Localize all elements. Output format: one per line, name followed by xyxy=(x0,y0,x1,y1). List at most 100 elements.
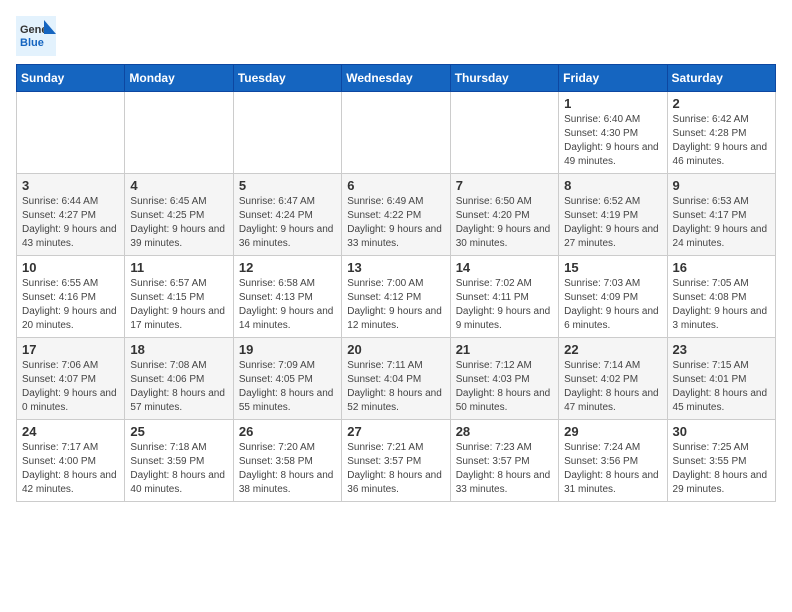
day-info: Sunrise: 7:23 AM Sunset: 3:57 PM Dayligh… xyxy=(456,441,553,497)
day-number: 28 xyxy=(456,424,553,439)
calendar-cell: 28 Sunrise: 7:23 AM Sunset: 3:57 PM Dayli… xyxy=(450,420,558,502)
day-number: 4 xyxy=(130,178,227,193)
week-row-3: 10 Sunrise: 6:55 AM Sunset: 4:16 PM Dayli… xyxy=(17,256,776,338)
day-number: 30 xyxy=(673,424,770,439)
day-info: Sunrise: 7:24 AM Sunset: 3:56 PM Dayligh… xyxy=(564,441,661,497)
calendar-cell xyxy=(125,92,233,174)
calendar-cell: 29Sunrise: 7:24 AM Sunset: 3:56 PM Dayli… xyxy=(559,420,667,502)
week-row-2: 3 Sunrise: 6:44 AM Sunset: 4:27 PM Daylig… xyxy=(17,174,776,256)
day-info: Sunrise: 6:55 AM Sunset: 4:16 PM Dayligh… xyxy=(22,277,119,333)
day-info: Sunrise: 7:03 AM Sunset: 4:09 PM Dayligh… xyxy=(564,277,661,333)
day-header-thursday: Thursday xyxy=(450,65,558,92)
day-info: Sunrise: 7:21 AM Sunset: 3:57 PM Dayligh… xyxy=(347,441,444,497)
day-info: Sunrise: 7:11 AM Sunset: 4:04 PM Dayligh… xyxy=(347,359,444,415)
week-row-1: 1 Sunrise: 6:40 AM Sunset: 4:30 PM Daylig… xyxy=(17,92,776,174)
day-info: Sunrise: 7:15 AM Sunset: 4:01 PM Dayligh… xyxy=(673,359,770,415)
week-row-4: 17Sunrise: 7:06 AM Sunset: 4:07 PM Dayli… xyxy=(17,338,776,420)
svg-text:Gene: Gene xyxy=(20,24,48,36)
day-number: 2 xyxy=(673,96,770,111)
week-row-5: 24Sunrise: 7:17 AM Sunset: 4:00 PM Dayli… xyxy=(17,420,776,502)
day-number: 10 xyxy=(22,260,119,275)
logo-svg: GeneBlue xyxy=(16,16,56,56)
day-info: Sunrise: 7:25 AM Sunset: 3:55 PM Dayligh… xyxy=(673,441,770,497)
day-number: 7 xyxy=(456,178,553,193)
calendar-cell: 20 Sunrise: 7:11 AM Sunset: 4:04 PM Dayli… xyxy=(342,338,450,420)
calendar-cell: 7 Sunrise: 6:50 AM Sunset: 4:20 PM Daylig… xyxy=(450,174,558,256)
day-info: Sunrise: 6:40 AM Sunset: 4:30 PM Dayligh… xyxy=(564,113,661,169)
day-number: 13 xyxy=(347,260,444,275)
day-header-saturday: Saturday xyxy=(667,65,775,92)
day-number: 1 xyxy=(564,96,661,111)
calendar-cell: 10 Sunrise: 6:55 AM Sunset: 4:16 PM Dayli… xyxy=(17,256,125,338)
days-header-row: SundayMondayTuesdayWednesdayThursdayFrid… xyxy=(17,65,776,92)
day-number: 14 xyxy=(456,260,553,275)
day-info: Sunrise: 6:49 AM Sunset: 4:22 PM Dayligh… xyxy=(347,195,444,251)
calendar-cell: 9 Sunrise: 6:53 AM Sunset: 4:17 PM Daylig… xyxy=(667,174,775,256)
day-number: 26 xyxy=(239,424,336,439)
day-info: Sunrise: 6:45 AM Sunset: 4:25 PM Dayligh… xyxy=(130,195,227,251)
day-number: 21 xyxy=(456,342,553,357)
calendar-cell: 2 Sunrise: 6:42 AM Sunset: 4:28 PM Daylig… xyxy=(667,92,775,174)
calendar-cell: 23 Sunrise: 7:15 AM Sunset: 4:01 PM Dayli… xyxy=(667,338,775,420)
day-number: 17 xyxy=(22,342,119,357)
calendar-cell: 18 Sunrise: 7:08 AM Sunset: 4:06 PM Dayli… xyxy=(125,338,233,420)
calendar-cell: 30 Sunrise: 7:25 AM Sunset: 3:55 PM Dayli… xyxy=(667,420,775,502)
day-number: 11 xyxy=(130,260,227,275)
day-info: Sunrise: 6:53 AM Sunset: 4:17 PM Dayligh… xyxy=(673,195,770,251)
day-number: 23 xyxy=(673,342,770,357)
calendar-cell: 8 Sunrise: 6:52 AM Sunset: 4:19 PM Daylig… xyxy=(559,174,667,256)
calendar-cell: 4 Sunrise: 6:45 AM Sunset: 4:25 PM Daylig… xyxy=(125,174,233,256)
day-number: 6 xyxy=(347,178,444,193)
calendar-cell: 26 Sunrise: 7:20 AM Sunset: 3:58 PM Dayli… xyxy=(233,420,341,502)
calendar-cell xyxy=(233,92,341,174)
calendar-cell: 15Sunrise: 7:03 AM Sunset: 4:09 PM Dayli… xyxy=(559,256,667,338)
day-header-wednesday: Wednesday xyxy=(342,65,450,92)
calendar-table: SundayMondayTuesdayWednesdayThursdayFrid… xyxy=(16,64,776,502)
calendar-cell: 25 Sunrise: 7:18 AM Sunset: 3:59 PM Dayli… xyxy=(125,420,233,502)
calendar-cell: 1 Sunrise: 6:40 AM Sunset: 4:30 PM Daylig… xyxy=(559,92,667,174)
day-info: Sunrise: 6:52 AM Sunset: 4:19 PM Dayligh… xyxy=(564,195,661,251)
calendar-cell: 17Sunrise: 7:06 AM Sunset: 4:07 PM Dayli… xyxy=(17,338,125,420)
svg-text:Blue: Blue xyxy=(20,37,44,49)
day-header-sunday: Sunday xyxy=(17,65,125,92)
calendar-cell: 12 Sunrise: 6:58 AM Sunset: 4:13 PM Dayli… xyxy=(233,256,341,338)
day-number: 16 xyxy=(673,260,770,275)
calendar-cell: 14 Sunrise: 7:02 AM Sunset: 4:11 PM Dayli… xyxy=(450,256,558,338)
day-info: Sunrise: 6:50 AM Sunset: 4:20 PM Dayligh… xyxy=(456,195,553,251)
day-header-tuesday: Tuesday xyxy=(233,65,341,92)
day-info: Sunrise: 7:00 AM Sunset: 4:12 PM Dayligh… xyxy=(347,277,444,333)
calendar-cell: 21Sunrise: 7:12 AM Sunset: 4:03 PM Dayli… xyxy=(450,338,558,420)
day-number: 18 xyxy=(130,342,227,357)
day-info: Sunrise: 6:57 AM Sunset: 4:15 PM Dayligh… xyxy=(130,277,227,333)
day-info: Sunrise: 7:02 AM Sunset: 4:11 PM Dayligh… xyxy=(456,277,553,333)
calendar-cell: 3 Sunrise: 6:44 AM Sunset: 4:27 PM Daylig… xyxy=(17,174,125,256)
day-number: 12 xyxy=(239,260,336,275)
day-info: Sunrise: 7:05 AM Sunset: 4:08 PM Dayligh… xyxy=(673,277,770,333)
day-number: 19 xyxy=(239,342,336,357)
calendar-cell xyxy=(17,92,125,174)
calendar-cell xyxy=(450,92,558,174)
day-number: 20 xyxy=(347,342,444,357)
day-number: 9 xyxy=(673,178,770,193)
day-info: Sunrise: 6:58 AM Sunset: 4:13 PM Dayligh… xyxy=(239,277,336,333)
day-info: Sunrise: 7:08 AM Sunset: 4:06 PM Dayligh… xyxy=(130,359,227,415)
day-info: Sunrise: 6:42 AM Sunset: 4:28 PM Dayligh… xyxy=(673,113,770,169)
calendar-cell: 5Sunrise: 6:47 AM Sunset: 4:24 PM Daylig… xyxy=(233,174,341,256)
day-info: Sunrise: 7:09 AM Sunset: 4:05 PM Dayligh… xyxy=(239,359,336,415)
day-header-monday: Monday xyxy=(125,65,233,92)
calendar-cell: 13 Sunrise: 7:00 AM Sunset: 4:12 PM Dayli… xyxy=(342,256,450,338)
day-info: Sunrise: 6:44 AM Sunset: 4:27 PM Dayligh… xyxy=(22,195,119,251)
day-number: 3 xyxy=(22,178,119,193)
calendar-cell: 27Sunrise: 7:21 AM Sunset: 3:57 PM Dayli… xyxy=(342,420,450,502)
day-info: Sunrise: 7:20 AM Sunset: 3:58 PM Dayligh… xyxy=(239,441,336,497)
day-number: 8 xyxy=(564,178,661,193)
calendar-cell: 6 Sunrise: 6:49 AM Sunset: 4:22 PM Daylig… xyxy=(342,174,450,256)
calendar-cell xyxy=(342,92,450,174)
day-info: Sunrise: 7:18 AM Sunset: 3:59 PM Dayligh… xyxy=(130,441,227,497)
calendar-cell: 22Sunrise: 7:14 AM Sunset: 4:02 PM Dayli… xyxy=(559,338,667,420)
calendar-cell: 16 Sunrise: 7:05 AM Sunset: 4:08 PM Dayli… xyxy=(667,256,775,338)
day-number: 24 xyxy=(22,424,119,439)
day-info: Sunrise: 6:47 AM Sunset: 4:24 PM Dayligh… xyxy=(239,195,336,251)
logo: GeneBlue xyxy=(16,16,56,56)
day-number: 25 xyxy=(130,424,227,439)
